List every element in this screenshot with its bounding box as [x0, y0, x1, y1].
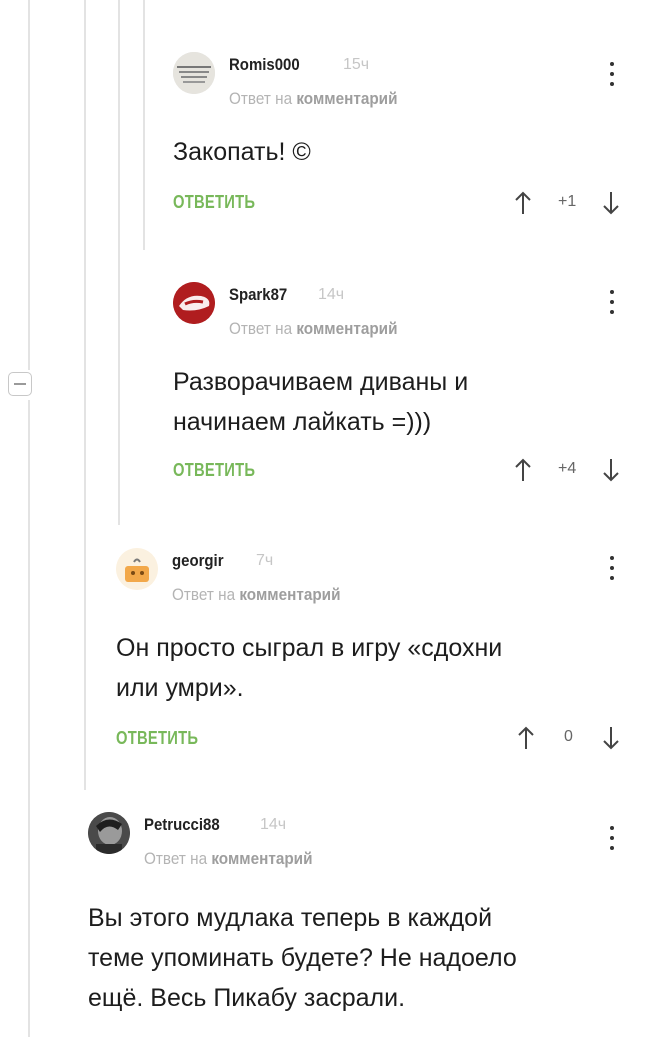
arrow-down-icon[interactable]: [601, 457, 621, 483]
thread-line: [84, 0, 86, 790]
avatar[interactable]: [173, 282, 215, 324]
username[interactable]: georgir: [172, 551, 224, 571]
reply-to-prefix: Ответ на: [229, 319, 293, 338]
comment-time: 7ч: [256, 552, 274, 569]
comment-time: 14ч: [260, 816, 287, 833]
comment: Spark87 14ч Ответ на комментарий Развора…: [173, 282, 633, 492]
reply-to-prefix: Ответ на: [172, 585, 236, 604]
comment: Romis000 15ч Ответ на комментарий Закопа…: [173, 52, 633, 222]
comment-text: Он просто сыграл в игру «сдохни или умри…: [116, 628, 502, 708]
reply-to-target-link[interactable]: комментарий: [239, 585, 340, 604]
collapse-thread-icon[interactable]: [8, 372, 32, 396]
comment-text-line: начинаем лайкать =))): [173, 408, 432, 436]
reply-to-prefix: Ответ на: [144, 849, 208, 868]
reply-to-target-link[interactable]: комментарий: [296, 89, 397, 108]
reply-button[interactable]: ОТВЕТИТЬ: [173, 192, 255, 213]
comment-text-line: или умри».: [116, 674, 244, 702]
comment-time: 14ч: [318, 286, 345, 303]
arrow-down-icon[interactable]: [601, 190, 621, 216]
username[interactable]: Petrucci88: [144, 815, 220, 835]
vote-score: +1: [558, 193, 577, 210]
reply-to-label: Ответ на комментарий: [172, 585, 340, 605]
reply-to-label: Ответ на комментарий: [229, 89, 397, 109]
comment-text-line: ещё. Весь Пикабу засрали.: [88, 984, 406, 1012]
reply-to-target-link[interactable]: комментарий: [211, 849, 312, 868]
comment-text-line: Разворачиваем диваны и: [173, 368, 469, 396]
comment-text-line: Закопать! ©: [173, 138, 311, 166]
reply-to-prefix: Ответ на: [229, 89, 293, 108]
arrow-down-icon[interactable]: [601, 725, 621, 751]
reply-button[interactable]: ОТВЕТИТЬ: [116, 728, 198, 749]
avatar[interactable]: [173, 52, 215, 94]
username[interactable]: Spark87: [229, 285, 287, 305]
kebab-menu-icon[interactable]: [609, 824, 615, 852]
comment-text: Закопать! ©: [173, 132, 311, 172]
avatar[interactable]: [116, 548, 158, 590]
reply-to-label: Ответ на комментарий: [144, 849, 312, 869]
comment-text-line: теме упоминать будете? Не надоело: [88, 944, 517, 972]
thread-line: [118, 0, 120, 525]
thread-line: [143, 0, 145, 250]
reply-to-target-link[interactable]: комментарий: [296, 319, 397, 338]
username[interactable]: Romis000: [229, 55, 300, 75]
comment-text: Разворачиваем диваны и начинаем лайкать …: [173, 362, 468, 442]
thread-line: [28, 400, 30, 1037]
comment-text-line: Он просто сыграл в игру «сдохни: [116, 634, 503, 662]
thread-line: [28, 0, 30, 370]
vote-score: 0: [564, 728, 573, 745]
vote-score: +4: [558, 460, 577, 477]
arrow-up-icon[interactable]: [513, 190, 533, 216]
kebab-menu-icon[interactable]: [609, 288, 615, 316]
kebab-menu-icon[interactable]: [609, 554, 615, 582]
arrow-up-icon[interactable]: [513, 457, 533, 483]
comment-time: 15ч: [343, 56, 370, 73]
reply-button[interactable]: ОТВЕТИТЬ: [173, 460, 255, 481]
comment: georgir 7ч Ответ на комментарий Он прост…: [116, 548, 636, 758]
comment-text-line: Вы этого мудлака теперь в каждой: [88, 904, 493, 932]
arrow-up-icon[interactable]: [516, 725, 536, 751]
comment: Petrucci88 14ч Ответ на комментарий Вы э…: [88, 812, 636, 1037]
comment-text: Вы этого мудлака теперь в каждой теме уп…: [88, 898, 517, 1018]
kebab-menu-icon[interactable]: [609, 60, 615, 88]
avatar[interactable]: [88, 812, 130, 854]
reply-to-label: Ответ на комментарий: [229, 319, 397, 339]
